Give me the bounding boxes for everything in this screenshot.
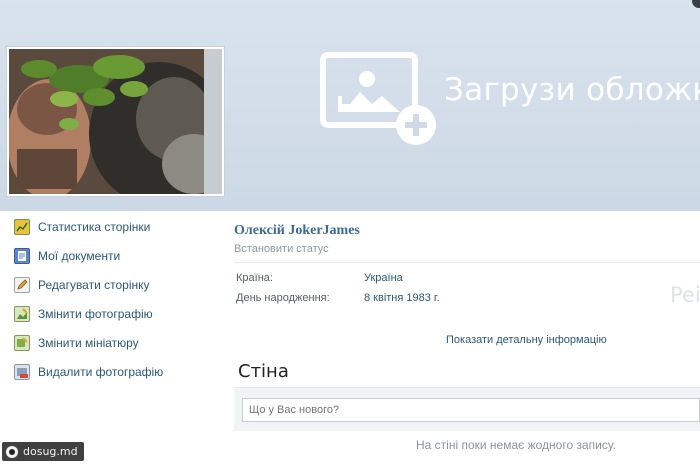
photo-delete-icon [14, 363, 30, 380]
divider [234, 262, 700, 263]
info-label-country: Країна: [236, 272, 273, 284]
watermark-text: dosug.md [23, 445, 78, 458]
sidebar-item-delete-photo[interactable]: Видалити фотографію [14, 357, 219, 386]
sidebar-item-change-thumbnail[interactable]: Змінити мініатюру [14, 328, 219, 357]
info-value-country[interactable]: Україна [364, 272, 403, 284]
show-details-link[interactable]: Показати детальну інформацію [446, 334, 607, 346]
profile-name: Олексій JokerJames [234, 223, 360, 238]
sidebar-item-edit-page[interactable]: Редагувати сторінку [14, 270, 219, 299]
close-icon[interactable] [692, 0, 700, 8]
faded-text: Pei [670, 283, 700, 307]
sidebar-item-label: Мої документи [38, 248, 121, 263]
wall-empty-message: На стіні поки немає жодного запису. [416, 438, 616, 452]
sidebar-item-page-stats[interactable]: Статистика сторінки [14, 212, 219, 241]
wall-post-box [234, 387, 700, 431]
sidebar-item-label: Редагувати сторінку [38, 277, 150, 292]
sidebar-item-label: Змінити фотографію [38, 306, 153, 321]
photo-edit-icon [14, 305, 30, 322]
profile-main: Олексій JokerJames Встановити статус Кра… [226, 211, 700, 466]
sidebar-item-label: Змінити мініатюру [38, 335, 139, 350]
image-plus-icon [320, 52, 438, 147]
watermark: dosug.md [2, 442, 84, 461]
avatar[interactable] [9, 49, 222, 194]
upload-cover-label: Загрузи обложку [444, 72, 700, 108]
sidebar-item-label: Видалити фотографію [38, 364, 164, 379]
profile-actions-menu: Статистика сторінки Мої документи Редагу… [14, 212, 219, 386]
sidebar-item-change-photo[interactable]: Змінити фотографію [14, 299, 219, 328]
set-status-link[interactable]: Встановити статус [234, 243, 329, 255]
edit-icon [14, 276, 30, 293]
info-label-birthday: День народження: [236, 292, 330, 304]
sidebar-item-my-documents[interactable]: Мої документи [14, 241, 219, 270]
upload-cover-button[interactable]: Загрузи обложку [320, 52, 700, 147]
wall-title: Стіна [238, 361, 289, 382]
wall-post-input[interactable] [242, 398, 700, 422]
avatar-photo [9, 49, 222, 194]
document-icon [14, 247, 30, 264]
sidebar-item-label: Статистика сторінки [38, 219, 151, 234]
thumbnail-edit-icon [14, 334, 30, 351]
info-value-birthday[interactable]: 8 квітня 1983 г. [364, 292, 440, 304]
avatar-frame[interactable] [6, 46, 225, 197]
chart-icon [14, 218, 30, 235]
watermark-logo-icon [6, 445, 18, 458]
